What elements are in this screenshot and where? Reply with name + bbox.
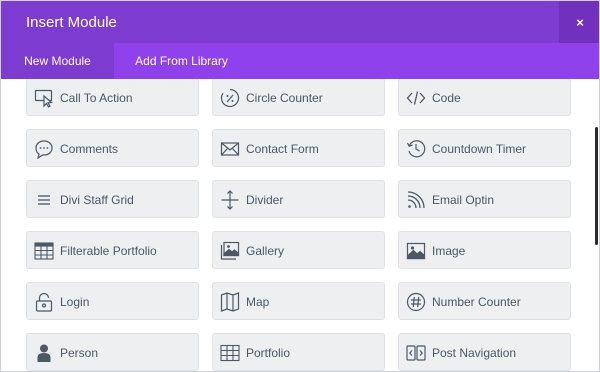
menu-lines-icon xyxy=(34,190,54,210)
tab-add-from-library[interactable]: Add From Library xyxy=(114,43,249,79)
module-circle-counter[interactable]: Circle Counter xyxy=(212,79,385,116)
module-number-counter[interactable]: Number Counter xyxy=(398,282,571,320)
module-portfolio[interactable]: Portfolio xyxy=(212,333,385,371)
circle-counter-icon xyxy=(220,88,240,108)
module-login[interactable]: Login xyxy=(26,282,199,320)
module-label: Comments xyxy=(60,142,119,156)
module-label: Filterable Portfolio xyxy=(60,244,157,258)
module-label: Call To Action xyxy=(60,91,133,105)
module-label: Countdown Timer xyxy=(432,142,527,156)
rss-icon xyxy=(406,190,426,210)
post-navigation-icon xyxy=(406,343,426,363)
module-contact-form[interactable]: Contact Form xyxy=(212,129,385,167)
module-label: Login xyxy=(60,295,90,309)
module-countdown-timer[interactable]: Countdown Timer xyxy=(398,129,571,167)
module-code[interactable]: Code xyxy=(398,79,571,116)
close-button[interactable]: × xyxy=(559,1,599,43)
module-label: Portfolio xyxy=(246,346,291,360)
call-to-action-icon xyxy=(34,88,54,108)
person-icon xyxy=(34,343,54,363)
module-gallery[interactable]: Gallery xyxy=(212,231,385,269)
module-label: Map xyxy=(246,295,270,309)
module-grid: Call To Action Circle Counter Code Comme… xyxy=(1,79,599,371)
filterable-grid-icon xyxy=(34,241,54,261)
envelope-icon xyxy=(220,139,240,159)
module-label: Code xyxy=(432,91,461,105)
module-label: Contact Form xyxy=(246,142,319,156)
module-label: Email Optin xyxy=(432,193,495,207)
module-label: Post Navigation xyxy=(432,346,517,360)
module-label: Image xyxy=(432,244,466,258)
modal-titlebar: Insert Module × xyxy=(1,1,599,43)
module-map[interactable]: Map xyxy=(212,282,385,320)
comments-icon xyxy=(34,139,54,159)
module-comments[interactable]: Comments xyxy=(26,129,199,167)
module-label: Gallery xyxy=(246,244,285,258)
module-label: Circle Counter xyxy=(246,91,323,105)
module-label: Person xyxy=(60,346,99,360)
lock-icon xyxy=(34,292,54,312)
insert-module-modal: Insert Module × New Module Add From Libr… xyxy=(0,0,600,372)
map-icon xyxy=(220,292,240,312)
module-post-navigation[interactable]: Post Navigation xyxy=(398,333,571,371)
module-image[interactable]: Image xyxy=(398,231,571,269)
hash-icon xyxy=(406,292,426,312)
modal-title: Insert Module xyxy=(26,14,117,31)
module-label: Divi Staff Grid xyxy=(60,193,134,207)
module-call-to-action[interactable]: Call To Action xyxy=(26,79,199,116)
code-icon xyxy=(406,88,426,108)
module-label: Divider xyxy=(246,193,284,207)
countdown-timer-icon xyxy=(406,139,426,159)
vertical-scrollbar[interactable] xyxy=(595,127,598,245)
module-email-optin[interactable]: Email Optin xyxy=(398,180,571,218)
grid-icon xyxy=(220,343,240,363)
module-divider[interactable]: Divider xyxy=(212,180,385,218)
module-label: Number Counter xyxy=(432,295,521,309)
tab-bar: New Module Add From Library xyxy=(1,43,599,79)
module-divi-staff-grid[interactable]: Divi Staff Grid xyxy=(26,180,199,218)
module-filterable-portfolio[interactable]: Filterable Portfolio xyxy=(26,231,199,269)
module-person[interactable]: Person xyxy=(26,333,199,371)
divider-icon xyxy=(220,190,240,210)
gallery-icon xyxy=(220,241,240,261)
image-icon xyxy=(406,241,426,261)
tab-new-module[interactable]: New Module xyxy=(1,43,114,79)
